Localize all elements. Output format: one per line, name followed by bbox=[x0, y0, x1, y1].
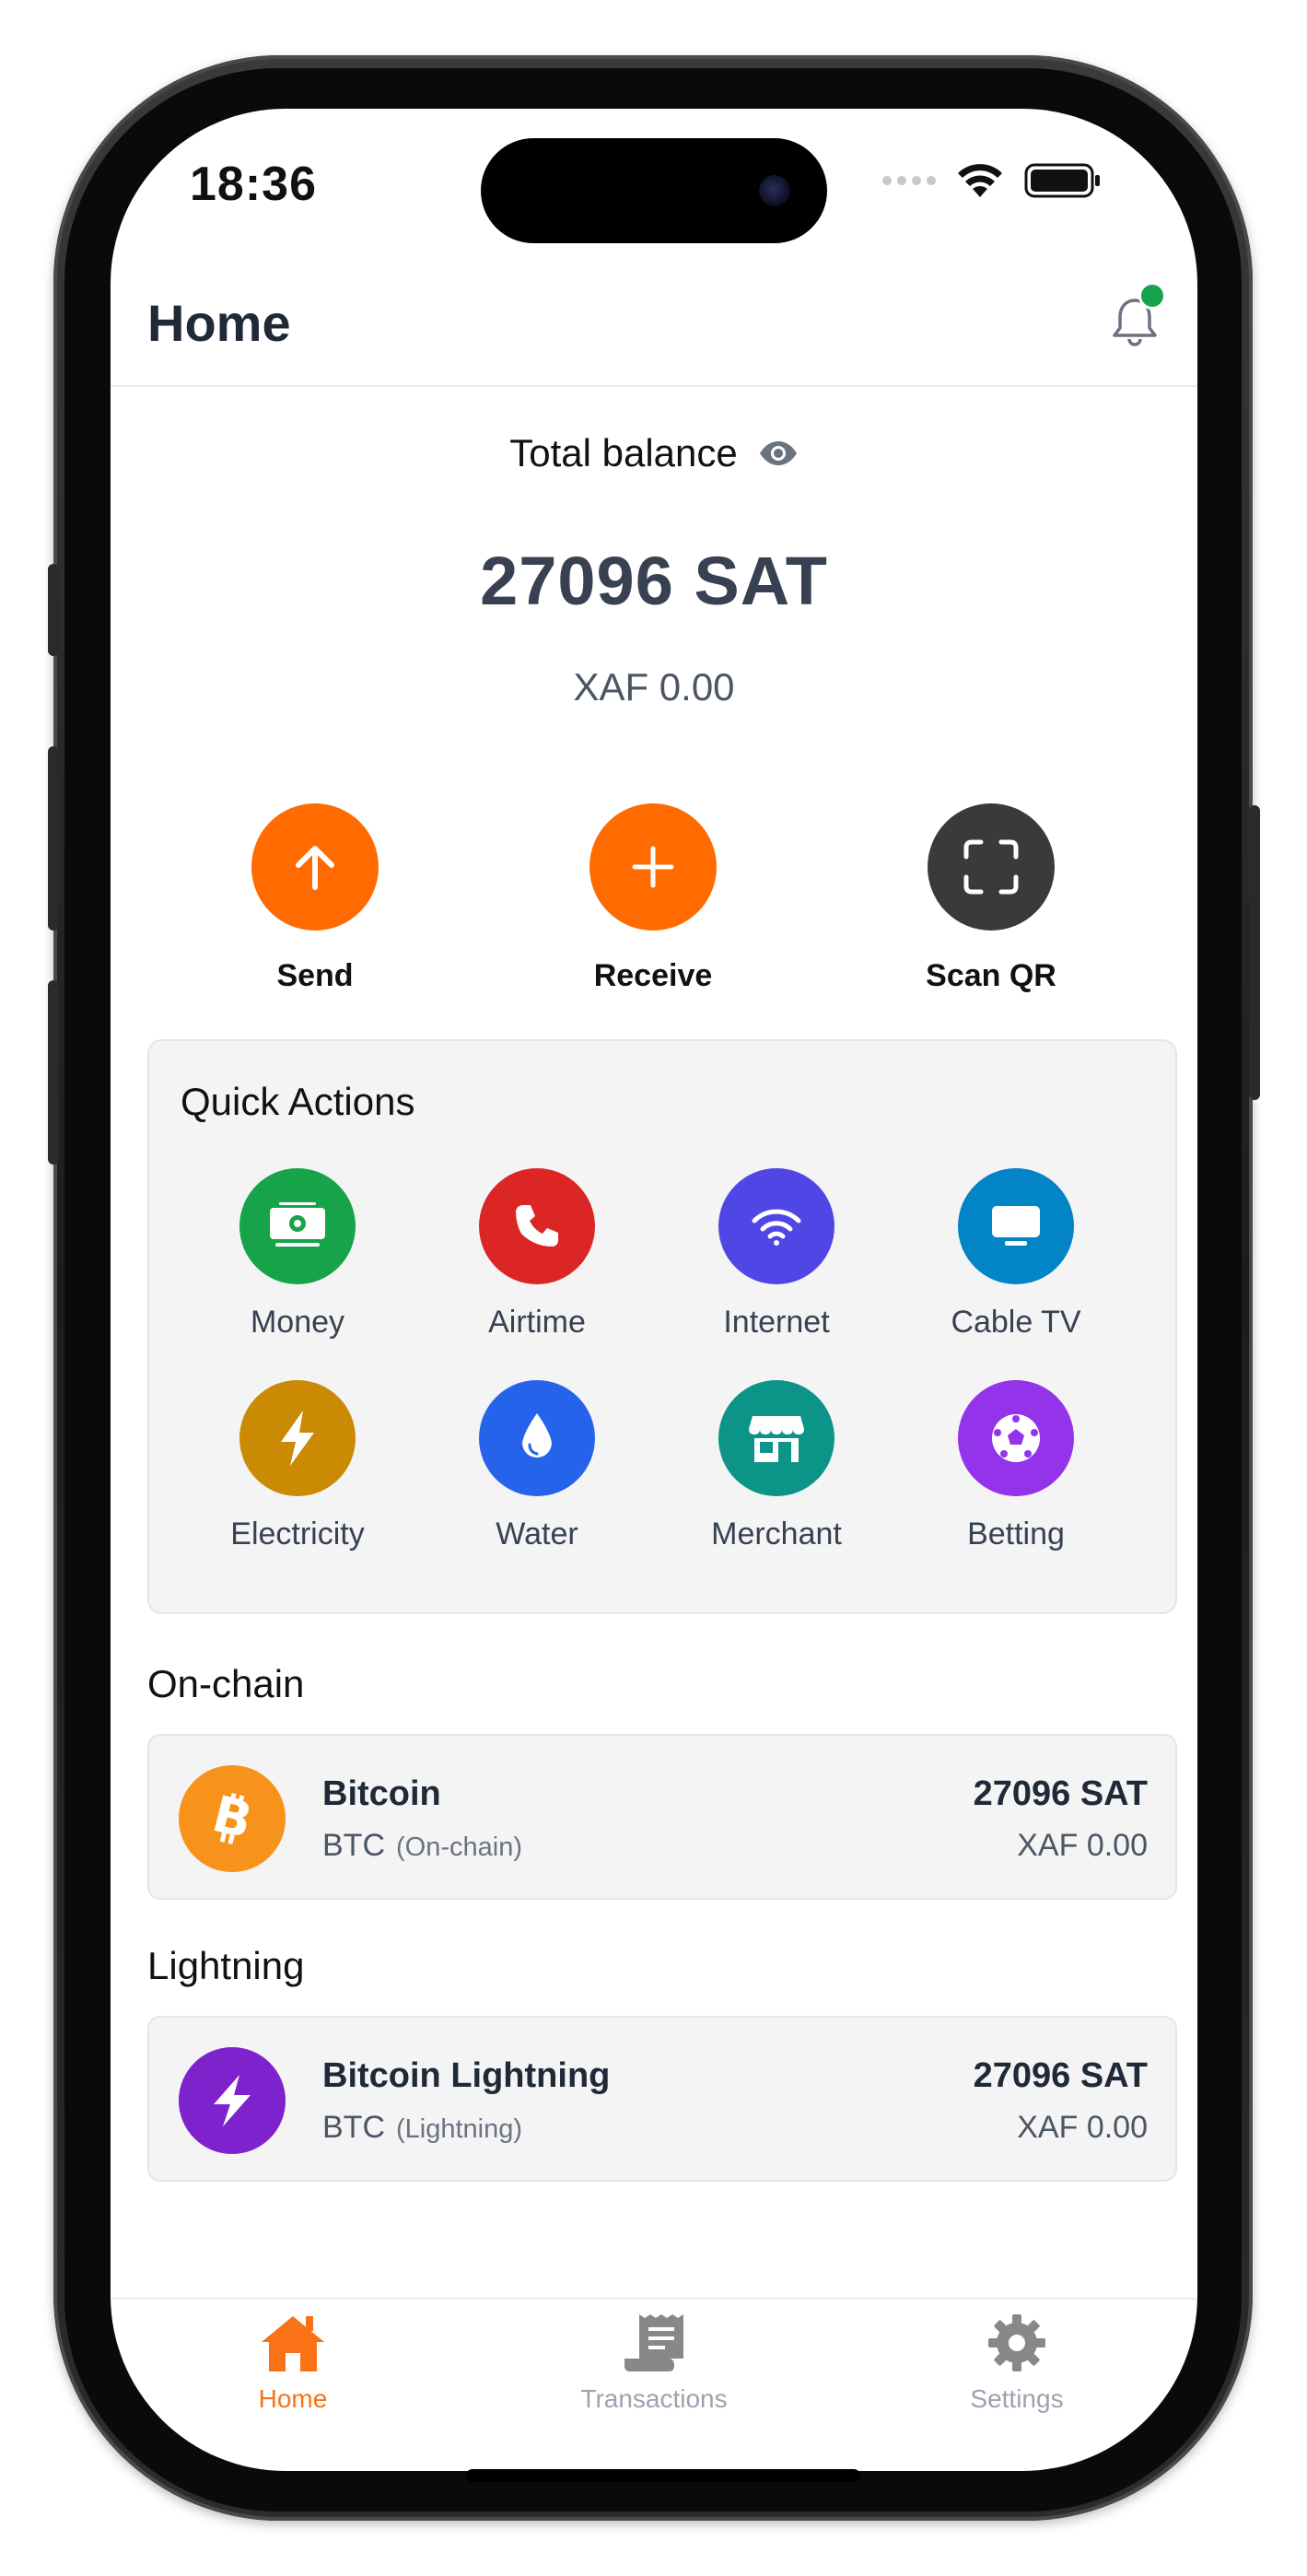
money-circle[interactable] bbox=[239, 1168, 356, 1284]
wallet-fiat: XAF 0.00 bbox=[1017, 1828, 1148, 1863]
quick-action-betting[interactable]: Betting bbox=[896, 1380, 1136, 1552]
plus-icon bbox=[632, 846, 674, 888]
receive-button[interactable]: Receive bbox=[543, 803, 764, 994]
bitcoin-symbol: B bbox=[207, 1786, 258, 1850]
receipt-icon bbox=[624, 2314, 683, 2371]
wallet-network: (On-chain) bbox=[396, 1832, 522, 1862]
store-icon bbox=[749, 1416, 804, 1462]
tab-home-label: Home bbox=[258, 2384, 328, 2413]
airtime-label: Airtime bbox=[488, 1305, 586, 1340]
internet-label: Internet bbox=[723, 1305, 830, 1340]
cable-tv-label: Cable TV bbox=[951, 1305, 1081, 1340]
bitcoin-wallet-card[interactable]: B Bitcoin BTC (On-chain) 27096 SAT XAF 0… bbox=[147, 1734, 1177, 1900]
status-time: 18:36 bbox=[190, 158, 317, 211]
money-label: Money bbox=[250, 1305, 345, 1340]
receive-circle[interactable] bbox=[589, 803, 717, 931]
money-icon bbox=[270, 1202, 325, 1247]
quick-action-money[interactable]: Money bbox=[178, 1168, 417, 1341]
betting-circle[interactable] bbox=[958, 1380, 1074, 1496]
wifi-status-icon bbox=[958, 164, 1002, 197]
quick-action-water[interactable]: Water bbox=[417, 1380, 657, 1552]
scan-label: Scan QR bbox=[926, 958, 1056, 993]
volume-down-button bbox=[48, 980, 59, 1165]
merchant-circle[interactable] bbox=[718, 1380, 834, 1496]
wallet-network: (Lightning) bbox=[396, 2114, 523, 2144]
wallet-subtitle: BTC (Lightning) bbox=[322, 2110, 522, 2146]
onchain-section-title: On-chain bbox=[147, 1662, 305, 1705]
tabbar-divider bbox=[111, 2298, 1197, 2300]
quick-action-airtime[interactable]: Airtime bbox=[417, 1168, 657, 1341]
electricity-circle[interactable] bbox=[239, 1380, 356, 1496]
phone-icon bbox=[516, 1205, 558, 1247]
scan-frame-icon bbox=[963, 839, 1019, 895]
wallet-name: Bitcoin Lightning bbox=[322, 2056, 611, 2095]
internet-circle[interactable] bbox=[718, 1168, 834, 1284]
cellular-signal-icon bbox=[882, 176, 936, 185]
quick-action-internet[interactable]: Internet bbox=[657, 1168, 896, 1341]
balance-label-row: Total balance bbox=[111, 431, 1197, 475]
lightning-icon bbox=[179, 2047, 286, 2154]
bitcoin-icon: B bbox=[179, 1765, 286, 1872]
quick-action-electricity[interactable]: Electricity bbox=[178, 1380, 417, 1552]
dynamic-island bbox=[481, 138, 827, 243]
page-title: Home bbox=[147, 294, 291, 352]
volume-up-button bbox=[48, 746, 59, 931]
water-label: Water bbox=[496, 1516, 578, 1551]
send-circle[interactable] bbox=[251, 803, 379, 931]
cable-tv-circle[interactable] bbox=[958, 1168, 1074, 1284]
wallet-subtitle: BTC (On-chain) bbox=[322, 1828, 522, 1864]
balance-fiat: XAF 0.00 bbox=[573, 665, 735, 708]
tv-icon bbox=[992, 1206, 1040, 1246]
quick-action-cable-tv[interactable]: Cable TV bbox=[896, 1168, 1136, 1341]
quick-actions-title: Quick Actions bbox=[181, 1080, 415, 1123]
quick-actions-card: Quick Actions Money Airtime Internet Cab… bbox=[147, 1039, 1177, 1614]
receive-label: Receive bbox=[593, 958, 713, 993]
tab-settings-label: Settings bbox=[970, 2384, 1064, 2413]
header-divider bbox=[111, 385, 1197, 387]
wallet-ticker: BTC bbox=[322, 1828, 385, 1863]
wifi-icon bbox=[752, 1209, 801, 1246]
wallet-fiat: XAF 0.00 bbox=[1017, 2110, 1148, 2145]
eye-icon[interactable] bbox=[758, 439, 799, 467]
notification-badge bbox=[1138, 282, 1166, 310]
tab-transactions-label: Transactions bbox=[580, 2384, 728, 2413]
arrow-up-icon bbox=[296, 846, 334, 890]
home-icon bbox=[262, 2316, 324, 2371]
droplet-icon bbox=[522, 1413, 552, 1458]
quick-action-merchant[interactable]: Merchant bbox=[657, 1380, 896, 1552]
tab-home[interactable]: Home bbox=[173, 2313, 413, 2414]
send-label: Send bbox=[276, 958, 354, 993]
battery-icon bbox=[1024, 163, 1100, 198]
soccer-ball-icon bbox=[992, 1414, 1040, 1462]
lightning-section-title: Lightning bbox=[147, 1944, 305, 1987]
scan-circle[interactable] bbox=[928, 803, 1055, 931]
wallet-ticker: BTC bbox=[322, 2110, 385, 2145]
scan-qr-button[interactable]: Scan QR bbox=[881, 803, 1102, 994]
wallet-amount: 27096 SAT bbox=[973, 1774, 1148, 1813]
lightning-bolt-symbol bbox=[214, 2075, 251, 2126]
tab-transactions[interactable]: Transactions bbox=[534, 2313, 774, 2414]
betting-label: Betting bbox=[967, 1516, 1065, 1551]
electricity-label: Electricity bbox=[230, 1516, 365, 1551]
tab-settings[interactable]: Settings bbox=[897, 2313, 1137, 2414]
power-button bbox=[1249, 805, 1260, 1100]
lightning-wallet-card[interactable]: Bitcoin Lightning BTC (Lightning) 27096 … bbox=[147, 2016, 1177, 2182]
gear-icon bbox=[988, 2314, 1045, 2371]
balance-amount: 27096 SAT bbox=[480, 543, 828, 619]
balance-label: Total balance bbox=[509, 431, 738, 474]
home-indicator bbox=[466, 2469, 860, 2482]
airtime-circle[interactable] bbox=[479, 1168, 595, 1284]
merchant-label: Merchant bbox=[711, 1516, 842, 1551]
water-circle[interactable] bbox=[479, 1380, 595, 1496]
status-indicators bbox=[882, 162, 1102, 199]
camera-icon bbox=[759, 175, 790, 206]
bolt-icon bbox=[281, 1411, 314, 1466]
action-button bbox=[48, 564, 59, 656]
wallet-amount: 27096 SAT bbox=[973, 2056, 1148, 2095]
send-button[interactable]: Send bbox=[204, 803, 426, 994]
wallet-name: Bitcoin bbox=[322, 1774, 441, 1813]
